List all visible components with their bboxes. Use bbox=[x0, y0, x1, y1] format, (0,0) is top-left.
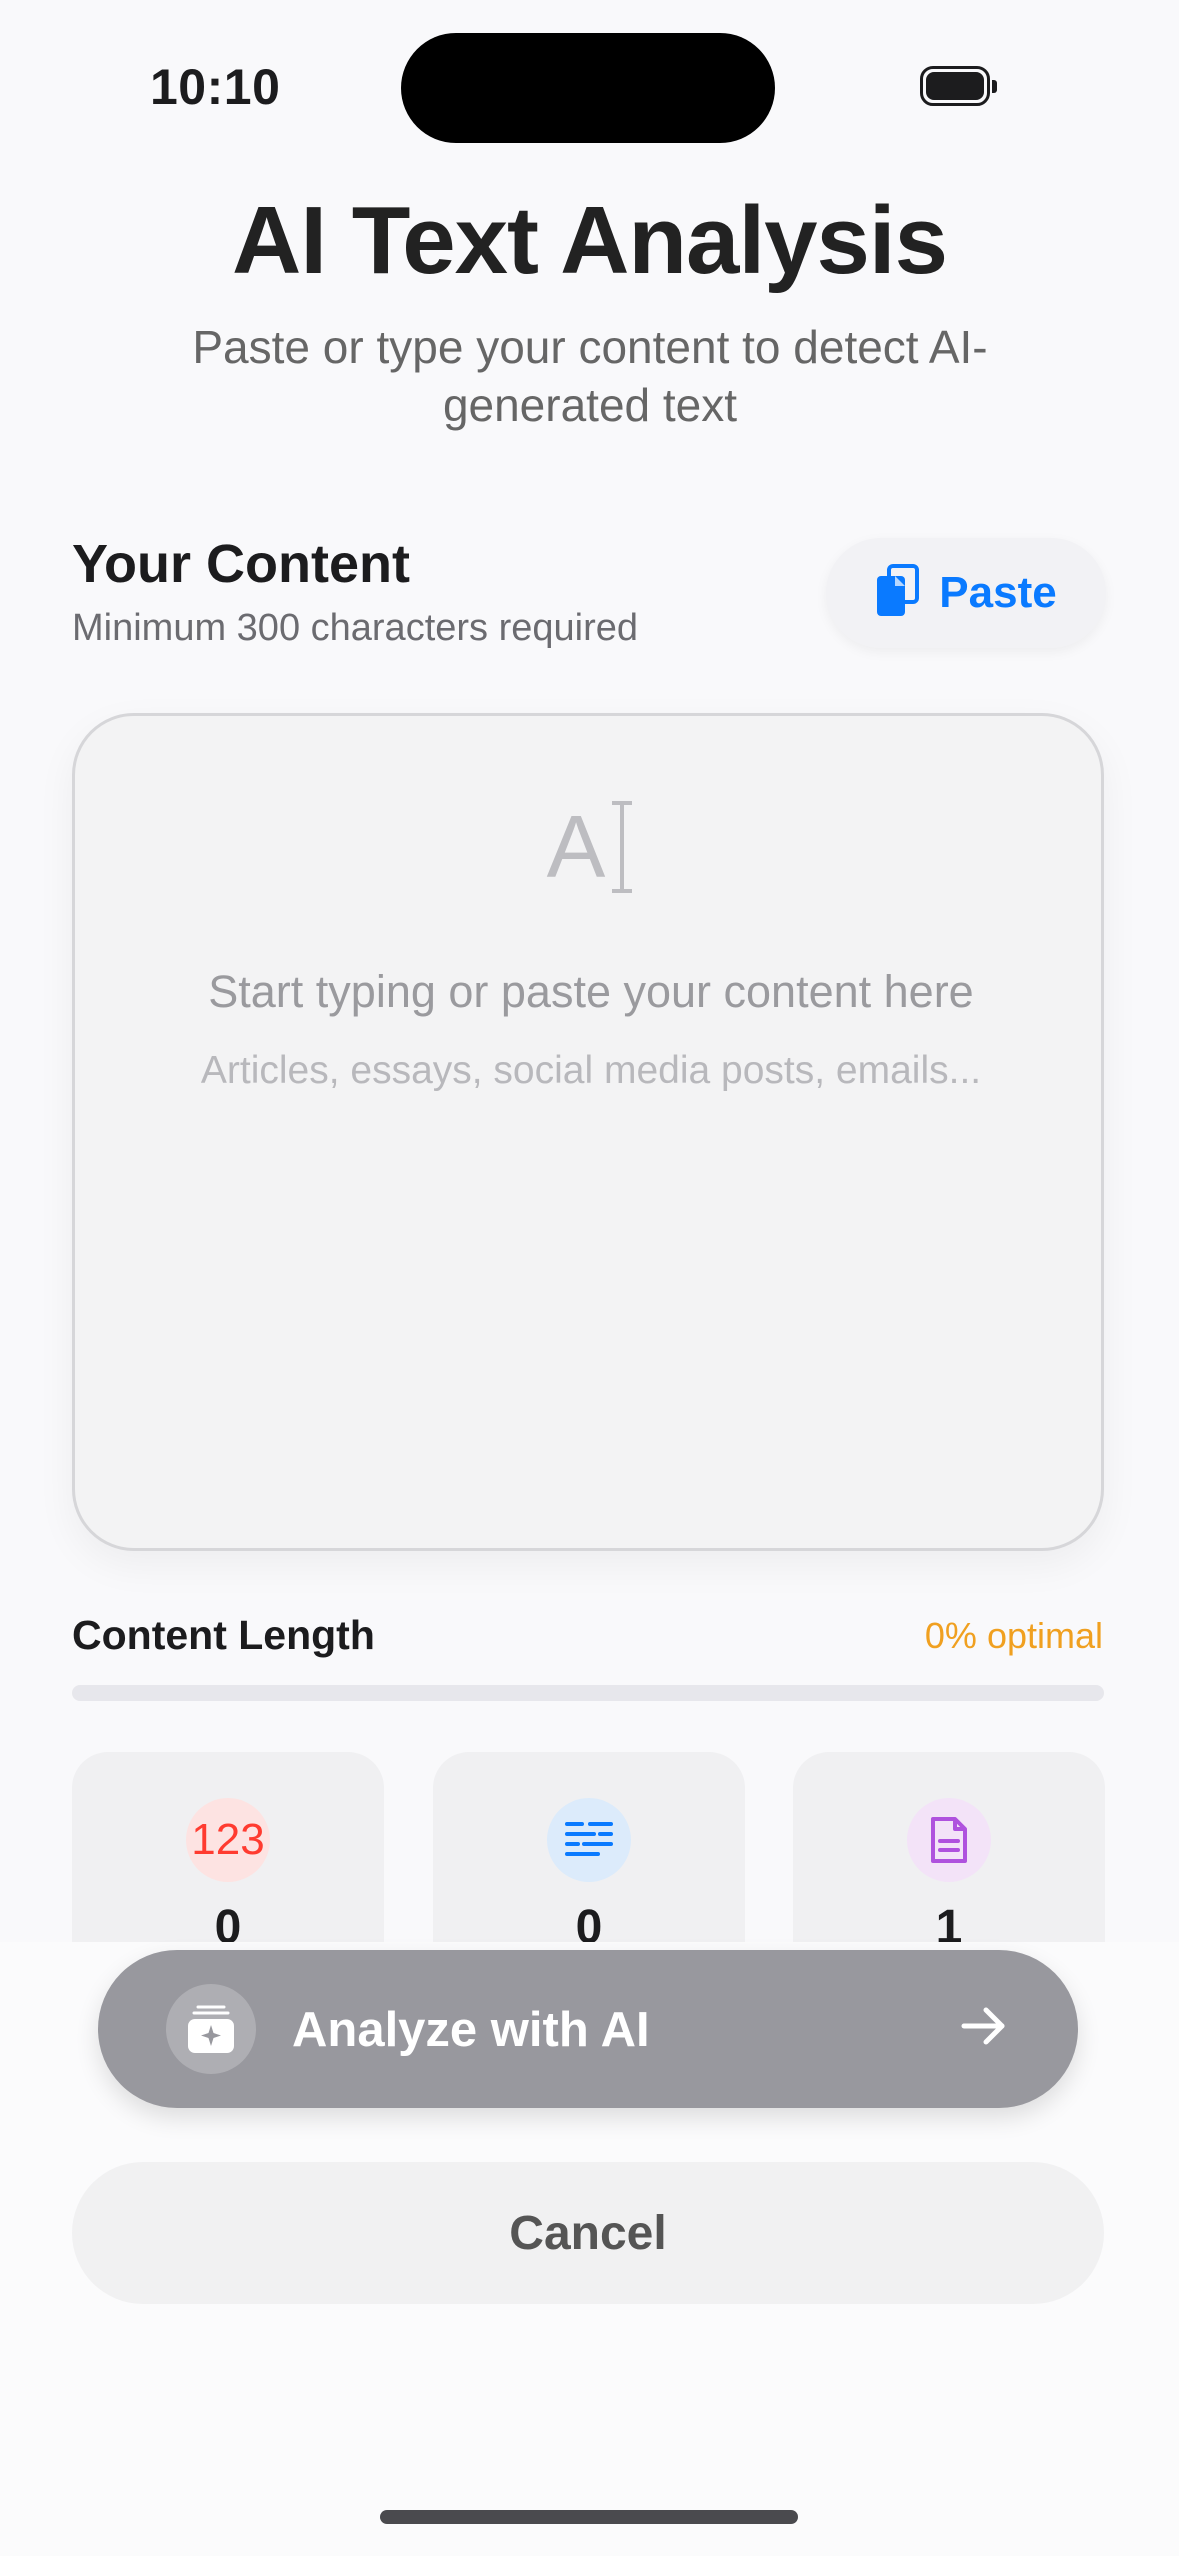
content-length-progress bbox=[72, 1685, 1104, 1701]
numbers-icon: 123 bbox=[186, 1798, 270, 1882]
stat-card-words: 0 bbox=[433, 1752, 745, 1954]
cancel-label: Cancel bbox=[509, 2206, 667, 2260]
content-text-area[interactable]: A Start typing or paste your content her… bbox=[72, 713, 1104, 1551]
stat-card-characters: 123 0 bbox=[72, 1752, 384, 1954]
page-subtitle: Paste or type your content to detect AI-… bbox=[192, 321, 988, 431]
cancel-button[interactable]: Cancel bbox=[72, 2162, 1104, 2304]
section-hint: Minimum 300 characters required bbox=[72, 607, 639, 649]
home-indicator bbox=[380, 2510, 798, 2524]
clipboard-icon bbox=[875, 563, 920, 623]
status-time: 10:10 bbox=[150, 59, 281, 115]
battery-icon bbox=[920, 66, 997, 108]
content-length-label: Content Length bbox=[72, 1612, 375, 1658]
page-title: AI Text Analysis bbox=[232, 187, 948, 294]
ai-sparkle-icon bbox=[166, 1984, 256, 2074]
editor-placeholder: Start typing or paste your content here bbox=[208, 966, 974, 1017]
document-icon bbox=[907, 1798, 991, 1882]
paste-button[interactable]: Paste bbox=[826, 538, 1106, 648]
dynamic-island bbox=[401, 33, 775, 143]
section-title: Your Content bbox=[72, 534, 410, 594]
arrow-right-icon bbox=[958, 2000, 1010, 2057]
editor-subplaceholder: Articles, essays, social media posts, em… bbox=[200, 1049, 982, 1092]
text-cursor-icon: A bbox=[546, 797, 633, 896]
stat-card-sentences: 1 bbox=[793, 1752, 1105, 1954]
content-length-value: 0% optimal bbox=[924, 1615, 1103, 1656]
text-lines-icon bbox=[547, 1798, 631, 1882]
paste-label: Paste bbox=[939, 568, 1057, 617]
analyze-button[interactable]: Analyze with AI bbox=[98, 1950, 1078, 2108]
analyze-label: Analyze with AI bbox=[292, 2003, 650, 2057]
